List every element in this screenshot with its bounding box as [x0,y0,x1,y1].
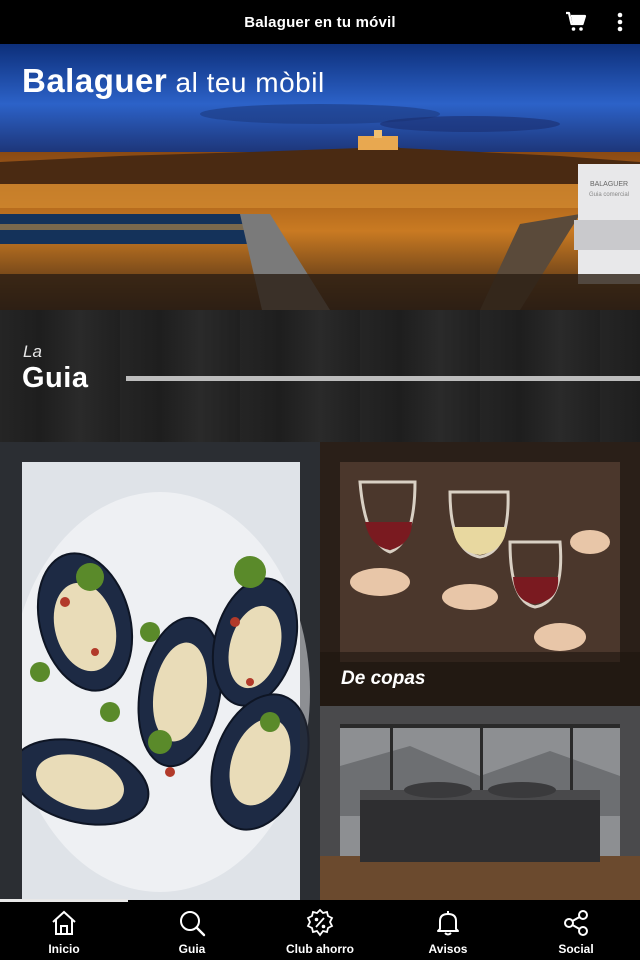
search-icon [180,911,206,937]
category-grid: De copas [0,442,640,900]
nav-label-social: Social [558,942,594,956]
hero-banner[interactable]: BALAGUER Guia comercial Balaguer al teu … [0,44,640,310]
category-tile-drinks[interactable]: De copas [320,442,640,706]
hero-tagline: Balaguer al teu mòbil [22,62,325,100]
app-title: Balaguer en tu móvil [244,13,396,31]
sign-subtext: Guia comercial [589,192,629,198]
bottom-navigation: Inicio Guia Club ahorro Avisos Social [0,902,640,960]
share-icon [564,910,588,936]
section-divider [126,376,640,381]
percent-badge-icon [306,908,334,937]
hero-tagline-light: al teu mòbil [167,67,325,98]
shopping-cart-icon[interactable] [564,10,588,34]
nav-label-club-ahorro: Club ahorro [286,942,354,956]
nav-label-guia: Guia [178,942,206,956]
top-app-bar: Balaguer en tu móvil [0,0,640,44]
mussels-dish-photo [0,442,320,900]
bedroom-photo [320,706,640,900]
category-label-drinks: De copas [341,668,426,689]
nav-item-inicio[interactable]: Inicio [0,902,128,960]
sign-text: BALAGUER [590,181,628,188]
category-tile-food[interactable] [0,442,320,900]
nav-label-inicio: Inicio [48,942,80,956]
nav-item-guia[interactable]: Guia [128,902,256,960]
nav-item-social[interactable]: Social [512,902,640,960]
bell-icon [437,911,459,936]
section-prefix: La [23,342,42,361]
hero-tagline-bold: Balaguer [22,62,168,99]
nav-item-avisos[interactable]: Avisos [384,902,512,960]
nav-item-club-ahorro[interactable]: Club ahorro [256,902,384,960]
category-tile-rooms[interactable] [320,706,640,900]
wine-glasses-photo [320,442,640,706]
nav-label-avisos: Avisos [428,942,468,956]
section-header: La Guia [0,310,640,442]
home-icon [52,910,76,935]
more-vertical-icon[interactable] [614,10,626,34]
section-title: Guia [22,362,89,394]
